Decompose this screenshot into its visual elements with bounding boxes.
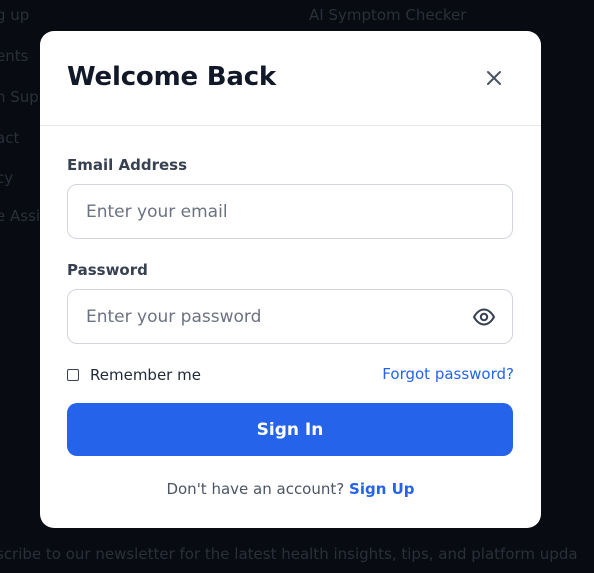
toggle-password-visibility-button[interactable] — [472, 306, 496, 328]
sign-up-link[interactable]: Sign Up — [349, 480, 415, 498]
remember-me-row: Remember me — [67, 366, 201, 384]
email-input[interactable] — [68, 185, 512, 238]
signup-prompt-text: Don't have an account? — [166, 480, 345, 498]
bg-newsletter-text: scribe to our newsletter for the latest … — [0, 545, 578, 563]
bg-nav-item: cy — [0, 169, 14, 187]
signup-prompt: Don't have an account? Sign Up — [40, 480, 541, 498]
close-icon — [487, 71, 501, 85]
login-modal: Welcome Back Email Address Password Reme… — [40, 31, 541, 528]
bg-nav-item: ents — [0, 47, 29, 65]
eye-icon — [473, 308, 495, 326]
email-label: Email Address — [67, 156, 188, 174]
modal-header: Welcome Back — [40, 31, 541, 126]
password-label: Password — [67, 261, 148, 279]
sign-in-button[interactable]: Sign In — [67, 403, 513, 456]
bg-nav-item: g up — [0, 6, 30, 24]
remember-me-checkbox[interactable] — [67, 369, 79, 381]
bg-heading: AI Symptom Checker — [309, 6, 467, 24]
modal-title: Welcome Back — [67, 62, 277, 92]
close-button[interactable] — [483, 67, 505, 89]
email-field-wrapper — [67, 184, 513, 239]
bg-nav-item: e Assi — [0, 207, 41, 225]
password-input[interactable] — [68, 290, 512, 343]
forgot-password-link[interactable]: Forgot password? — [382, 365, 514, 383]
bg-nav-item: act — [0, 129, 20, 147]
bg-nav-item: h Sup — [0, 88, 39, 106]
remember-me-label[interactable]: Remember me — [90, 366, 201, 384]
password-field-wrapper — [67, 289, 513, 344]
